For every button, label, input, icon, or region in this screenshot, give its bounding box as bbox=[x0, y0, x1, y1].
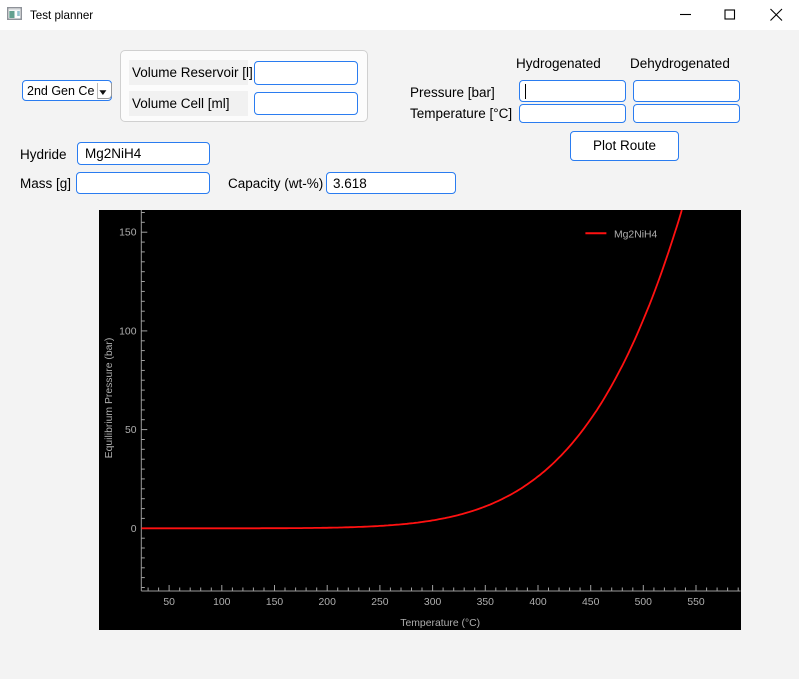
svg-text:350: 350 bbox=[477, 597, 495, 608]
svg-text:500: 500 bbox=[635, 597, 653, 608]
svg-text:100: 100 bbox=[119, 326, 137, 337]
svg-text:400: 400 bbox=[529, 597, 547, 608]
svg-text:50: 50 bbox=[125, 425, 137, 436]
svg-text:150: 150 bbox=[119, 228, 137, 239]
svg-text:250: 250 bbox=[371, 597, 389, 608]
svg-text:Temperature (°C): Temperature (°C) bbox=[400, 618, 480, 629]
svg-text:200: 200 bbox=[319, 597, 337, 608]
svg-text:0: 0 bbox=[131, 524, 137, 535]
svg-text:Equilibrium Pressure (bar): Equilibrium Pressure (bar) bbox=[104, 338, 115, 459]
svg-text:150: 150 bbox=[266, 597, 284, 608]
svg-text:Mg2NiH4: Mg2NiH4 bbox=[614, 230, 658, 241]
svg-text:100: 100 bbox=[213, 597, 231, 608]
svg-text:300: 300 bbox=[424, 597, 442, 608]
svg-text:50: 50 bbox=[163, 597, 175, 608]
svg-text:450: 450 bbox=[582, 597, 600, 608]
svg-text:550: 550 bbox=[687, 597, 705, 608]
